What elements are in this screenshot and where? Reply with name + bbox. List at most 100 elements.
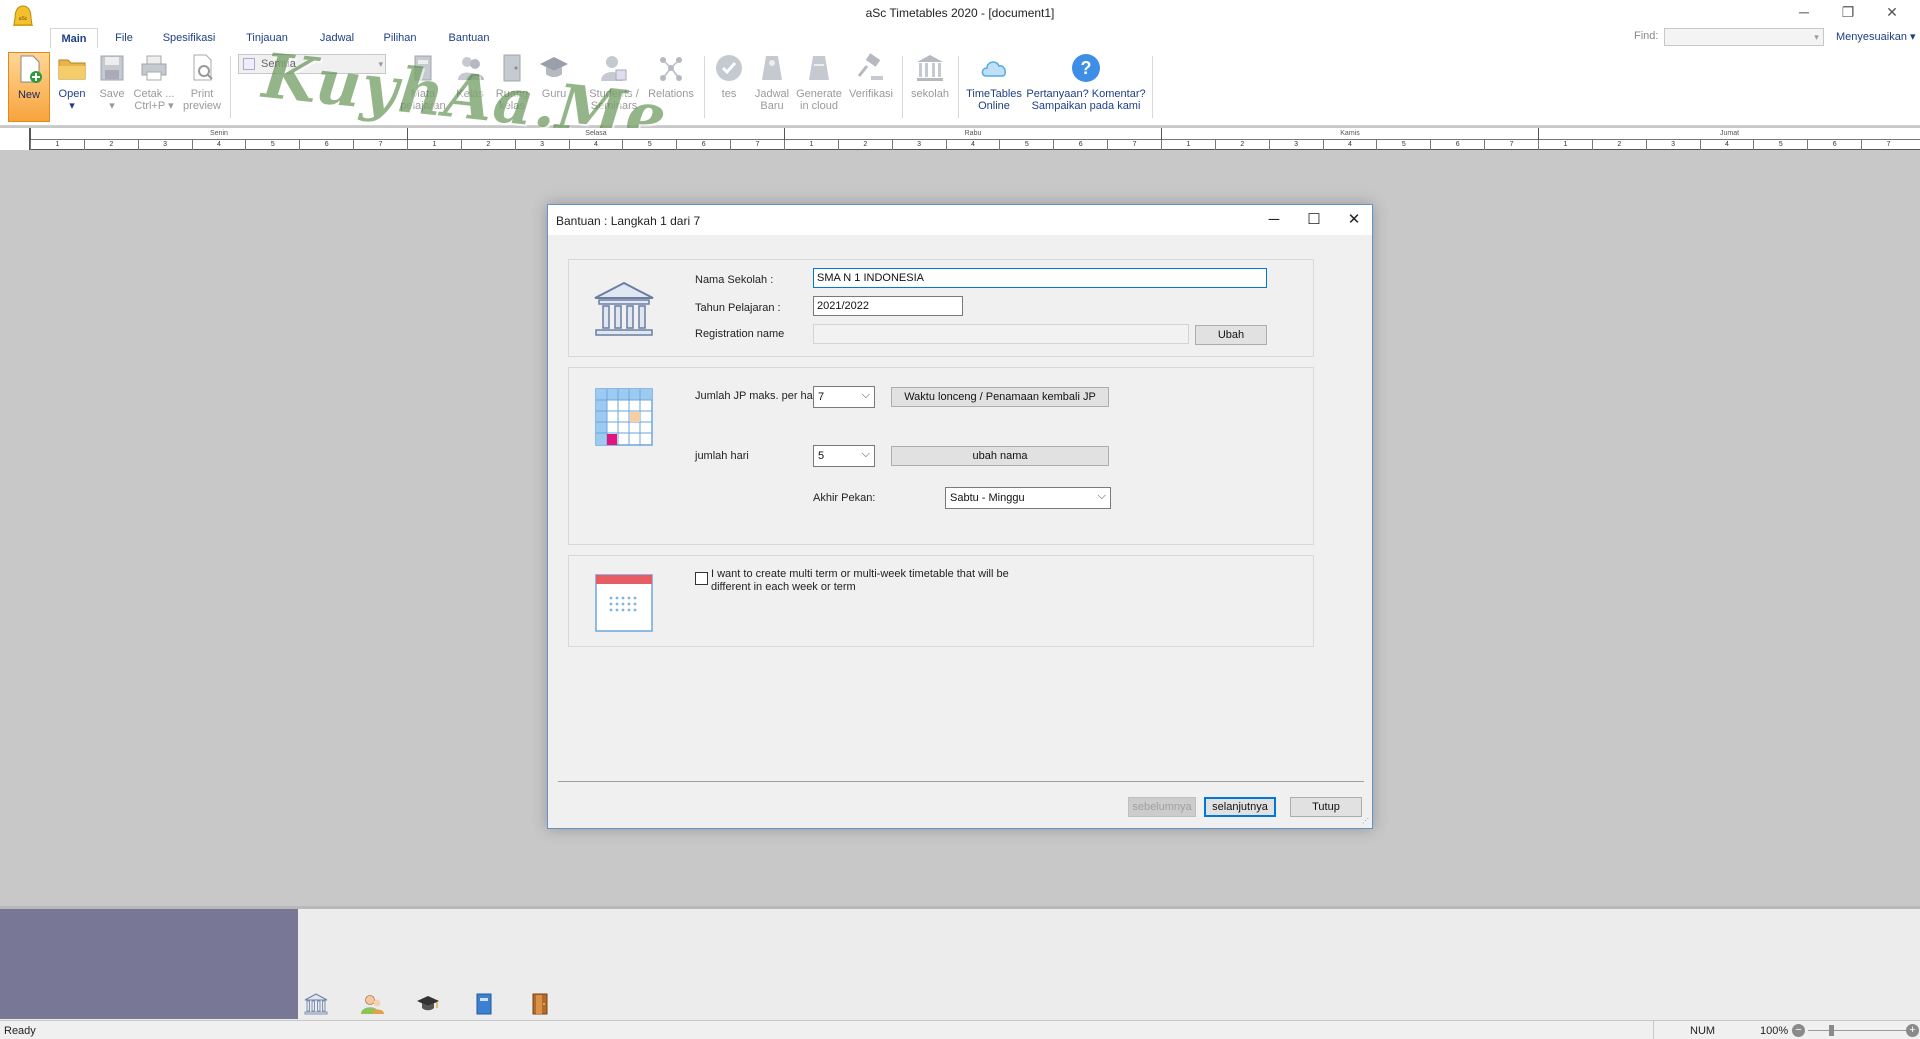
period-header-cell: 3	[1645, 140, 1700, 150]
period-header-cell: 3	[891, 140, 946, 150]
feedback-button[interactable]: ? Pertanyaan? Komentar? Sampaikan pada k…	[1026, 52, 1146, 122]
school-info-panel: Nama Sekolah : SMA N 1 INDONESIA Tahun P…	[568, 259, 1314, 357]
tes-button[interactable]: tes	[712, 52, 746, 122]
save-disk-icon	[100, 55, 124, 81]
weekend-select[interactable]: Sabtu - Minggu ⌵	[945, 487, 1111, 509]
generate-cloud-button[interactable]: Generate in cloud	[794, 52, 844, 122]
graduation-cap-icon[interactable]	[416, 993, 440, 1015]
change-registration-button[interactable]: Ubah	[1195, 325, 1267, 345]
school-button[interactable]: sekolah	[908, 52, 952, 122]
save-label: Save	[99, 88, 125, 100]
classroom-door-icon[interactable]	[528, 993, 552, 1015]
period-header-row: 12345671234567123456712345671234567	[0, 140, 1920, 150]
print-preview-icon	[193, 54, 213, 81]
new-button[interactable]: New	[8, 52, 50, 122]
timetable-grid-icon	[595, 388, 653, 446]
tab-main[interactable]: Main	[50, 28, 98, 48]
open-label: Open	[58, 88, 86, 100]
bell-times-button[interactable]: Waktu lonceng / Penamaan kembali JP	[891, 387, 1109, 407]
customize-menu[interactable]: Menyesuaikan ▾	[1836, 30, 1916, 43]
period-header-cell: 7	[1107, 140, 1161, 150]
window-minimize-button[interactable]: ─	[1782, 0, 1826, 26]
multi-term-label-line1: I want to create multi term or multi-wee…	[711, 568, 1009, 580]
print-preview-button[interactable]: Print preview	[180, 52, 224, 122]
tes-label: tes	[721, 88, 737, 100]
period-header-cell: 1	[407, 140, 461, 150]
generate-person-icon	[762, 56, 782, 80]
tab-spesifikasi[interactable]: Spesifikasi	[156, 28, 222, 48]
school-label: sekolah	[911, 88, 949, 100]
timetables-online-button[interactable]: TimeTables Online	[964, 52, 1024, 122]
zoom-slider-track[interactable]	[1808, 1030, 1908, 1031]
dialog-minimize-button[interactable]: ─	[1257, 209, 1291, 231]
zoom-out-button[interactable]: −	[1792, 1024, 1805, 1037]
max-periods-select[interactable]: 7 ⌵	[813, 386, 875, 408]
days-count-select[interactable]: 5 ⌵	[813, 445, 875, 467]
period-header-cell: 6	[1053, 140, 1107, 150]
rename-days-button[interactable]: ubah nama	[891, 446, 1109, 466]
students-icon[interactable]	[360, 993, 384, 1015]
period-header-cell: 3	[137, 140, 192, 150]
period-header-cell: 4	[1322, 140, 1377, 150]
period-header-cell: 4	[191, 140, 246, 150]
chevron-down-icon: ⌵	[861, 389, 870, 401]
close-wizard-button[interactable]: Tutup	[1290, 797, 1362, 817]
open-button[interactable]: Open ▾	[52, 52, 92, 122]
multi-term-panel: I want to create multi term or multi-wee…	[568, 555, 1314, 647]
tab-pilihan[interactable]: Pilihan	[376, 28, 424, 48]
tab-bantuan[interactable]: Bantuan	[440, 28, 498, 48]
wizard-dialog: Bantuan : Langkah 1 dari 7 ─ ☐ ✕ Nama Se…	[547, 204, 1373, 829]
multi-term-label[interactable]: I want to create multi term or multi-wee…	[711, 568, 1009, 594]
find-dropdown-icon[interactable]: ▾	[1810, 29, 1823, 45]
school-year-input[interactable]: 2021/2022	[813, 296, 963, 316]
save-button[interactable]: Save ▾	[94, 52, 130, 122]
period-header-cell: 5	[1753, 140, 1807, 150]
status-text: Ready	[4, 1025, 36, 1037]
window-close-button[interactable]: ✕	[1870, 0, 1914, 26]
days-count-label: jumlah hari	[695, 450, 749, 462]
school-name-label: Nama Sekolah :	[695, 274, 774, 286]
period-header-cell: 4	[568, 140, 623, 150]
verify-button[interactable]: Verifikasi	[846, 52, 896, 122]
school-year-label: Tahun Pelajaran :	[695, 302, 781, 314]
period-header-cell: 2	[1591, 140, 1646, 150]
period-header-cell: 2	[1214, 140, 1269, 150]
check-circle-icon	[716, 55, 742, 81]
period-header-cell: 6	[299, 140, 353, 150]
subject-book-icon[interactable]	[472, 993, 496, 1015]
next-button[interactable]: selanjutnya	[1204, 797, 1276, 817]
chevron-down-icon: ⌵	[1097, 490, 1106, 502]
new-schedule-label-2: Baru	[760, 100, 784, 112]
period-header-cell: 6	[1430, 140, 1484, 150]
tab-file[interactable]: File	[108, 28, 140, 48]
find-input[interactable]	[1664, 28, 1824, 46]
day-header-4: Kamis	[1161, 128, 1538, 140]
resize-grip-icon[interactable]: ⋰	[1362, 818, 1370, 826]
period-header-cell: 1	[784, 140, 838, 150]
ribbon-separator	[1152, 56, 1153, 118]
day-header-2: Selasa	[407, 128, 784, 140]
printer-icon	[141, 55, 167, 81]
period-header-cell: 3	[1268, 140, 1323, 150]
dialog-close-button[interactable]: ✕	[1337, 209, 1371, 231]
new-schedule-button[interactable]: Jadwal Baru	[752, 52, 792, 122]
zoom-in-button[interactable]: +	[1906, 1024, 1919, 1037]
dialog-maximize-button[interactable]: ☐	[1297, 209, 1331, 231]
print-button[interactable]: Cetak ... Ctrl+P ▾	[132, 52, 176, 122]
school-building-icon[interactable]	[304, 993, 328, 1015]
ribbon-separator	[902, 56, 903, 118]
window-restore-button[interactable]: ❐	[1826, 0, 1870, 26]
verify-label: Verifikasi	[848, 88, 894, 100]
school-name-input[interactable]: SMA N 1 INDONESIA	[813, 268, 1267, 288]
period-header-cell: 6	[1807, 140, 1861, 150]
window-title: aSc Timetables 2020 - [document1]	[865, 6, 1055, 20]
max-periods-value: 7	[818, 391, 825, 403]
multi-term-checkbox[interactable]	[695, 572, 708, 585]
preview-label: Print	[190, 88, 214, 100]
generate-cloud-icon	[809, 56, 829, 80]
max-periods-label: Jumlah JP maks. per hari:	[695, 390, 822, 402]
period-header-cell: 5	[245, 140, 299, 150]
find-label: Find:	[1634, 30, 1659, 42]
zoom-slider-thumb[interactable]	[1829, 1025, 1834, 1036]
school-building-icon	[917, 55, 943, 81]
